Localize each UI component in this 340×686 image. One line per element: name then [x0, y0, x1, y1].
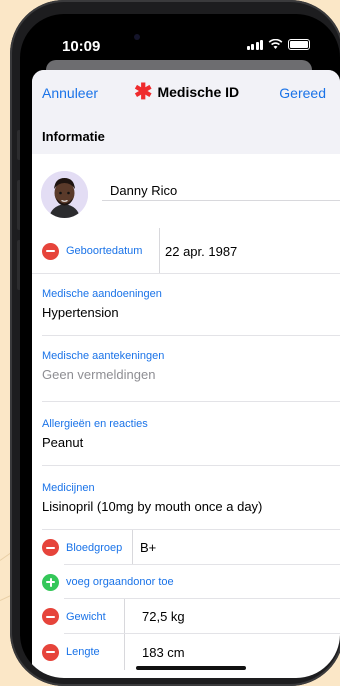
blood-type-label: Bloedgroep: [66, 541, 123, 554]
memoji-avatar-icon: [41, 171, 88, 218]
notes-label: Medische aantekeningen: [42, 350, 165, 362]
column-divider: [124, 634, 125, 670]
page-title: ✱ Medische ID: [134, 79, 240, 104]
battery-icon: [288, 39, 310, 50]
allergies-value[interactable]: Peanut: [42, 435, 340, 450]
name-field[interactable]: Danny Rico: [110, 183, 177, 198]
navigation-bar: Annuleer ✱ Medische ID Gereed: [32, 70, 340, 116]
medications-label: Medicijnen: [42, 482, 95, 494]
minus-circle-icon[interactable]: [42, 539, 59, 556]
home-indicator[interactable]: [136, 666, 246, 670]
weight-row: Gewicht 72,5 kg: [32, 599, 340, 634]
conditions-label: Medische aandoeningen: [42, 288, 162, 300]
plus-circle-icon[interactable]: [42, 573, 59, 591]
weight-label: Gewicht: [66, 610, 106, 623]
height-row: Lengte 183 cm: [32, 634, 340, 670]
allergies-block[interactable]: Allergieën en reacties Peanut: [32, 402, 340, 466]
medications-block[interactable]: Medicijnen Lisinopril (10mg by mouth onc…: [32, 466, 340, 530]
name-underline: [102, 200, 340, 201]
minus-circle-icon[interactable]: [42, 643, 59, 661]
avatar[interactable]: [41, 171, 88, 218]
notes-input[interactable]: Geen vermeldingen: [42, 367, 340, 382]
minus-circle-icon[interactable]: [42, 608, 59, 625]
page-title-text: Medische ID: [157, 84, 240, 100]
organ-donor-row[interactable]: voeg orgaandonor toe: [32, 565, 340, 599]
wifi-icon: [268, 39, 283, 49]
conditions-value[interactable]: Hypertension: [42, 305, 340, 320]
done-button[interactable]: Gereed: [279, 85, 326, 101]
birthdate-value[interactable]: 22 apr. 1987: [165, 244, 237, 259]
cancel-button[interactable]: Annuleer: [42, 85, 98, 101]
minus-circle-icon[interactable]: [42, 242, 59, 260]
organ-donor-button[interactable]: voeg orgaandonor toe: [66, 576, 174, 588]
status-time: 10:09: [62, 38, 101, 55]
blood-type-row: Bloedgroep B+: [32, 530, 340, 565]
birthdate-row: Geboortedatum 22 apr. 1987: [32, 228, 340, 274]
signal-icon: [246, 39, 263, 50]
allergies-label: Allergieën en reacties: [42, 418, 148, 430]
notes-block[interactable]: Medische aantekeningen Geen vermeldingen: [32, 336, 340, 402]
weight-value[interactable]: 72,5 kg: [142, 609, 185, 624]
medical-id-sheet: Annuleer ✱ Medische ID Gereed Informatie: [32, 70, 340, 678]
medications-value[interactable]: Lisinopril (10mg by mouth once a day): [42, 499, 340, 514]
column-divider: [159, 228, 160, 274]
column-divider: [132, 530, 133, 565]
section-header-info: Informatie: [32, 116, 340, 154]
conditions-block[interactable]: Medische aandoeningen Hypertension: [32, 274, 340, 336]
profile-row: Danny Rico: [32, 154, 340, 228]
blood-type-value[interactable]: B+: [140, 540, 156, 555]
height-label: Lengte: [66, 646, 100, 658]
camera-icon: [134, 34, 140, 40]
height-value[interactable]: 183 cm: [142, 645, 185, 660]
column-divider: [124, 599, 125, 634]
birthdate-label: Geboortedatum: [66, 245, 143, 257]
status-bar: 10:09: [20, 14, 340, 66]
asterisk-icon: ✱: [134, 79, 153, 104]
phone-screen: 10:09 Annuleer ✱ Medische ID Gereed Info…: [20, 14, 340, 678]
